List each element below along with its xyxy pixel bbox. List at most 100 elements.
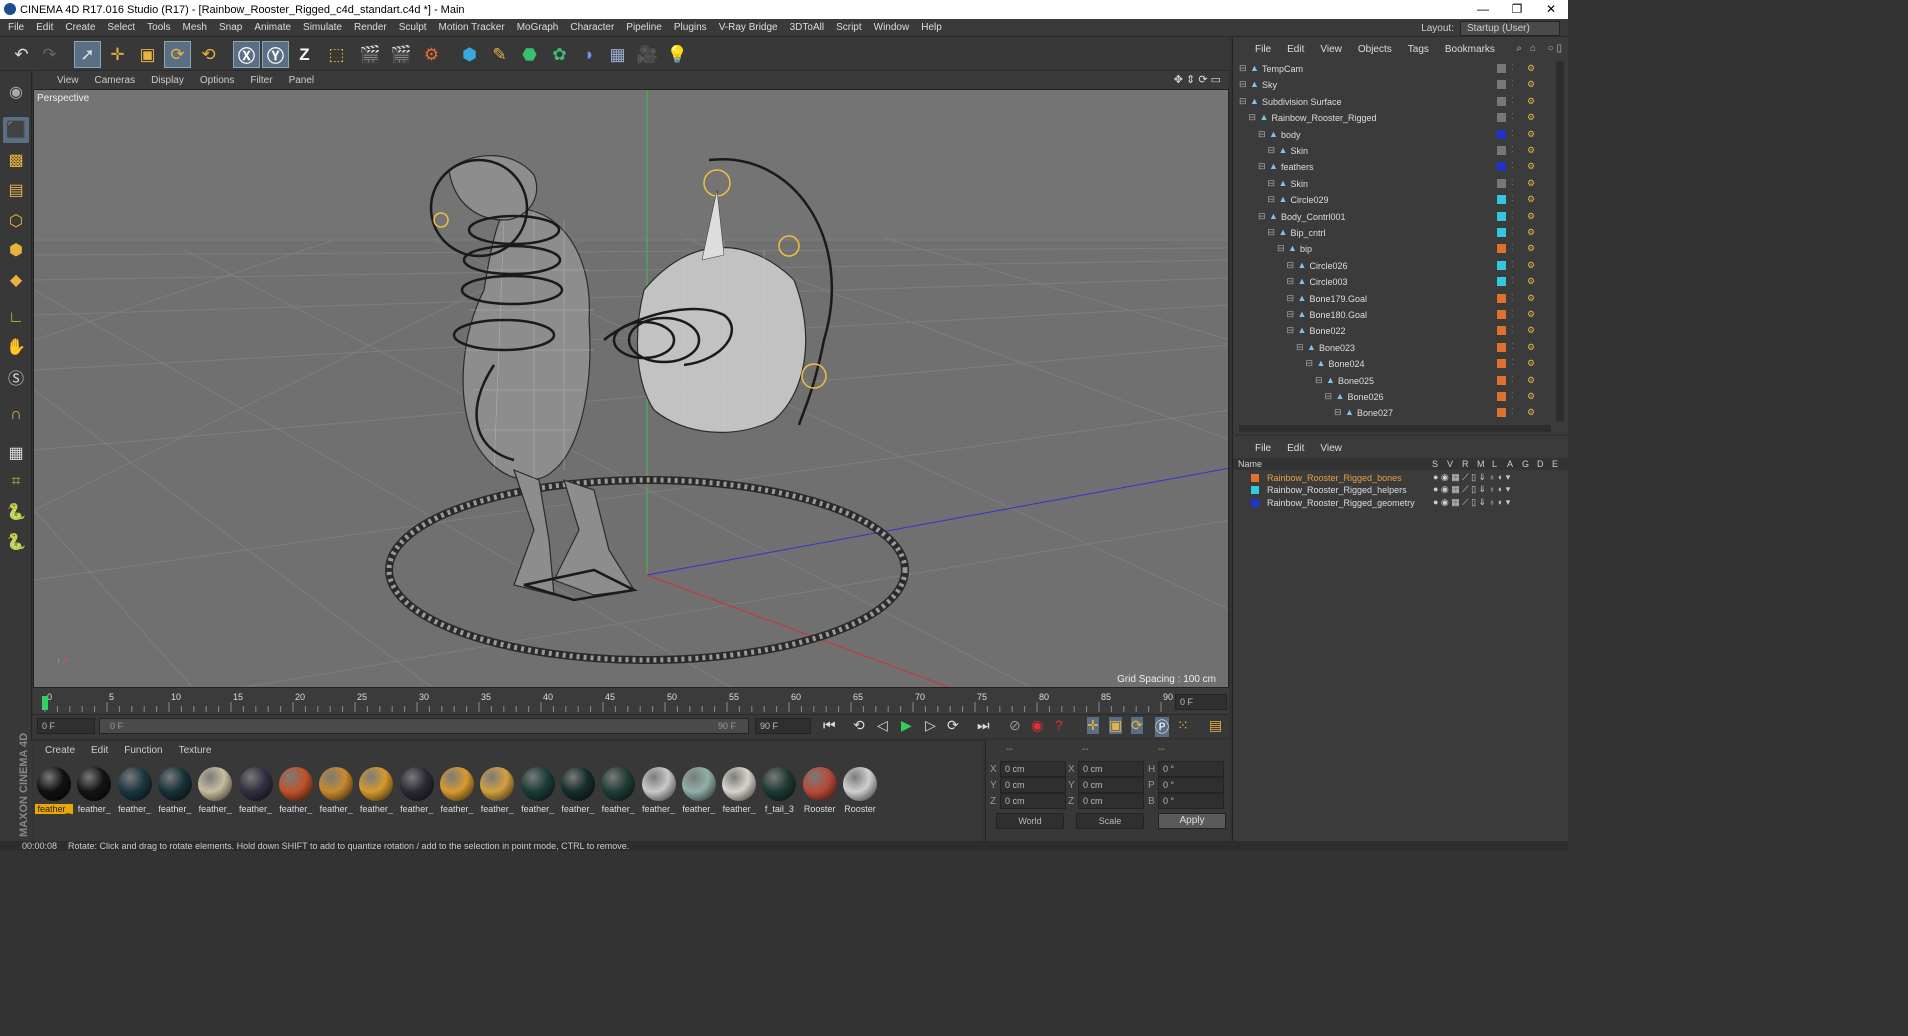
start-frame-field[interactable]: 0 F — [37, 718, 95, 734]
record-keyframe-icon[interactable]: ◉ — [1031, 717, 1043, 734]
object-row[interactable]: ⊟ ▲ Skin ⁚ ⚙ — [1233, 143, 1543, 159]
menu-file[interactable]: File — [2, 22, 30, 33]
viewport-perspective[interactable]: Perspective ↑↗ Grid Spacing : 100 cm — [33, 89, 1229, 688]
workplane-icon[interactable]: ▤ — [3, 177, 29, 203]
y-axis-icon[interactable]: Ⓨ — [262, 41, 289, 68]
material-swatch[interactable]: feather_ — [640, 765, 678, 815]
prev-key-icon[interactable]: ⟲ — [853, 717, 865, 734]
play-icon[interactable]: ▶ — [901, 717, 912, 734]
object-name[interactable]: Bone180.Goal — [1310, 310, 1368, 320]
snap-icon[interactable]: Ⓢ — [3, 364, 29, 390]
expand-icon[interactable]: ⊟ — [1334, 408, 1343, 417]
autokey-icon[interactable]: ? — [1055, 717, 1063, 733]
visibility-dots-icon[interactable]: ⁚ — [1511, 375, 1514, 384]
layer-menu-edit[interactable]: Edit — [1279, 443, 1312, 454]
object-name[interactable]: Bone179.Goal — [1310, 294, 1368, 304]
object-name[interactable]: Bip_cntrl — [1291, 228, 1326, 238]
vp-menu-panel[interactable]: Panel — [281, 75, 323, 86]
expand-icon[interactable]: ⊟ — [1258, 129, 1267, 139]
layer-name[interactable]: Rainbow_Rooster_Rigged_bones — [1267, 473, 1402, 483]
obj-menu-bookmarks[interactable]: Bookmarks — [1437, 44, 1503, 55]
end-frame-field[interactable]: 90 F — [755, 718, 811, 734]
tag-icon[interactable]: ⚙ — [1527, 358, 1535, 369]
undo-icon[interactable]: ↶ — [8, 41, 35, 68]
expand-icon[interactable]: ⊟ — [1306, 359, 1315, 368]
visibility-dots-icon[interactable]: ⁚ — [1511, 276, 1514, 285]
expand-icon[interactable]: ⊟ — [1239, 96, 1248, 106]
layer-row[interactable]: Rainbow_Rooster_Rigged_helpers ● ◉ ▦ ⟋ ▯ … — [1237, 484, 1567, 496]
menu-sculpt[interactable]: Sculpt — [393, 22, 433, 33]
key-position-icon[interactable]: ✛ — [1087, 717, 1099, 734]
material-swatch[interactable]: feather_ — [156, 765, 194, 815]
expand-icon[interactable]: ⊟ — [1239, 80, 1248, 89]
object-row[interactable]: ⊟ ▲ Bone022 ⁚ ⚙ — [1233, 323, 1543, 339]
prev-frame-icon[interactable]: ◁ — [877, 717, 888, 734]
recent-tool-icon[interactable]: ⟲ — [195, 41, 222, 68]
visibility-dots-icon[interactable]: ⁚ — [1511, 145, 1514, 154]
layer-menu-view[interactable]: View — [1312, 443, 1350, 454]
material-swatch[interactable]: feather_ — [398, 765, 436, 815]
vp-menu-filter[interactable]: Filter — [242, 75, 280, 86]
timeline-window-icon[interactable]: ▤ — [1209, 717, 1222, 734]
tag-icon[interactable]: ⚙ — [1527, 79, 1535, 90]
magnet-icon[interactable]: ∩ — [3, 402, 29, 428]
object-hscrollbar[interactable] — [1239, 425, 1551, 432]
object-scrollbar[interactable] — [1556, 61, 1564, 421]
object-name[interactable]: Rainbow_Rooster_Rigged — [1272, 113, 1377, 123]
visibility-dots-icon[interactable]: ⁚ — [1511, 243, 1514, 252]
layer-color-swatch[interactable] — [1251, 474, 1259, 482]
object-name[interactable]: Bone026 — [1348, 392, 1384, 402]
tag-icon[interactable]: ⚙ — [1527, 342, 1535, 353]
material-swatch[interactable]: feather_ — [438, 765, 476, 815]
object-name[interactable]: Bone027 — [1357, 408, 1393, 418]
vp-menu-display[interactable]: Display — [143, 75, 192, 86]
redo-icon[interactable]: ↷ — [36, 41, 63, 68]
tag-icon[interactable]: ⚙ — [1527, 178, 1535, 189]
object-row[interactable]: ⊟ ▲ Circle003 ⁚ ⚙ — [1233, 274, 1543, 290]
menu-3dtoall[interactable]: 3DToAll — [784, 22, 830, 33]
visibility-dots-icon[interactable]: ⁚ — [1511, 293, 1514, 302]
tag-icon[interactable]: ⚙ — [1527, 243, 1535, 254]
select-live-icon[interactable]: ➚ — [74, 41, 101, 68]
tag-icon[interactable]: ⚙ — [1527, 129, 1535, 140]
tag-icon[interactable]: ⚙ — [1527, 211, 1535, 222]
minimize-button[interactable]: — — [1466, 0, 1500, 19]
visibility-dots-icon[interactable]: ⁚ — [1511, 325, 1514, 334]
tag-icon[interactable]: ⚙ — [1527, 161, 1535, 172]
tag-icon[interactable]: ⚙ — [1527, 391, 1535, 402]
layer-color-swatch[interactable] — [1251, 486, 1259, 495]
visibility-dots-icon[interactable]: ⁚ — [1511, 161, 1514, 170]
obj-menu-file[interactable]: File — [1239, 44, 1279, 55]
scale-icon[interactable]: ▣ — [134, 41, 161, 68]
object-name[interactable]: Circle026 — [1310, 261, 1348, 271]
next-frame-icon[interactable]: ▷ — [925, 717, 936, 734]
key-pla-icon[interactable]: ⁙ — [1177, 717, 1189, 734]
key-param-icon[interactable]: Ⓟ — [1155, 717, 1169, 737]
vp-menu-cameras[interactable]: Cameras — [87, 75, 144, 86]
visibility-dots-icon[interactable]: ⁚ — [1511, 129, 1514, 138]
material-swatch[interactable]: feather_ — [237, 765, 275, 815]
tag-icon[interactable]: ⚙ — [1527, 375, 1535, 386]
expand-icon[interactable]: ⊟ — [1287, 326, 1296, 335]
object-row[interactable]: ⊟ ▲ bip ⁚ ⚙ — [1233, 241, 1543, 257]
object-row[interactable]: ⊟ ▲ Bone024 ⁚ ⚙ — [1233, 356, 1543, 372]
tag-icon[interactable]: ⚙ — [1527, 325, 1535, 336]
restore-button[interactable]: ❐ — [1500, 0, 1534, 19]
go-to-start-icon[interactable]: ⏮ — [823, 717, 836, 734]
mograph-cloner-icon[interactable]: ✿ — [546, 41, 573, 68]
menu-pipeline[interactable]: Pipeline — [620, 22, 668, 33]
material-swatch[interactable]: feather_ — [35, 765, 73, 815]
expand-icon[interactable]: ⊟ — [1268, 228, 1277, 237]
material-swatch[interactable]: feather_ — [599, 765, 637, 815]
object-row[interactable]: ⊟ ▲ Circle026 ⁚ ⚙ — [1233, 258, 1543, 274]
layout-dropdown[interactable]: Startup (User) — [1460, 20, 1560, 36]
visibility-dots-icon[interactable]: ⁚ — [1511, 260, 1514, 269]
expand-icon[interactable]: ⊟ — [1287, 293, 1296, 303]
expand-icon[interactable]: ⊟ — [1287, 310, 1296, 319]
object-name[interactable]: Subdivision Surface — [1262, 97, 1342, 107]
menu-plugins[interactable]: Plugins — [668, 22, 713, 33]
menu-select[interactable]: Select — [101, 22, 141, 33]
camera-icon[interactable]: 🎥 — [634, 41, 661, 68]
points-mode-icon[interactable]: ⬡ — [3, 208, 29, 234]
material-swatch[interactable]: feather_ — [116, 765, 154, 815]
